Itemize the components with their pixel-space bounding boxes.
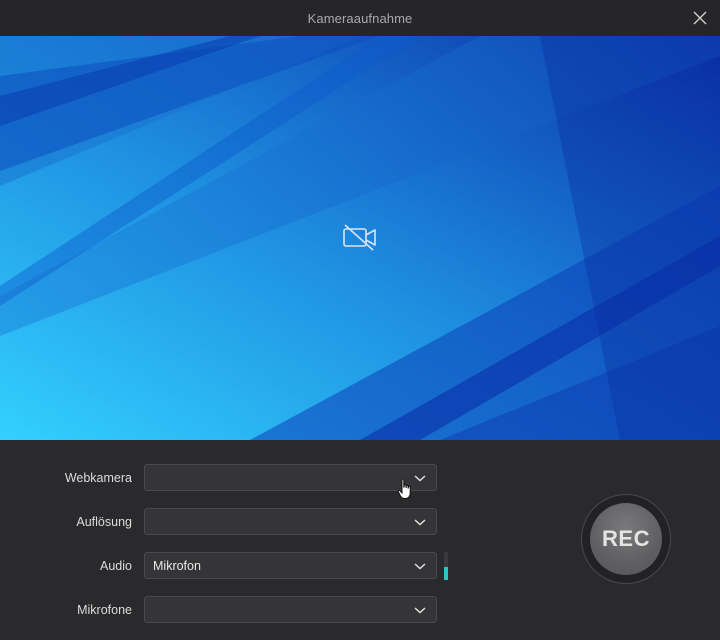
resolution-row: Auflösung	[0, 508, 460, 536]
chevron-down-icon	[414, 563, 426, 570]
microphones-select[interactable]	[144, 596, 437, 623]
close-button[interactable]	[690, 8, 710, 28]
resolution-select[interactable]	[144, 508, 437, 535]
camera-recording-window: Kameraaufnahme Webkamera Auflösung Audio…	[0, 0, 720, 640]
microphones-row: Mikrofone	[0, 596, 460, 624]
camera-preview	[0, 36, 720, 440]
window-title: Kameraaufnahme	[307, 10, 413, 26]
webcam-label: Webkamera	[64, 471, 132, 485]
audio-level-fill	[444, 567, 448, 580]
microphones-label: Mikrofone	[77, 603, 132, 617]
camera-off-icon	[343, 224, 376, 251]
audio-row: Audio Mikrofon	[0, 552, 460, 580]
record-button[interactable]: REC	[590, 503, 662, 575]
chevron-down-icon	[414, 607, 426, 614]
audio-level-meter	[444, 552, 448, 580]
chevron-down-icon	[414, 519, 426, 526]
audio-value: Mikrofon	[153, 559, 201, 573]
webcam-row: Webkamera	[0, 464, 460, 492]
recording-settings-panel: Webkamera Auflösung Audio Mikrofon Mikro…	[0, 440, 720, 640]
audio-select[interactable]: Mikrofon	[144, 552, 437, 579]
close-icon	[693, 11, 707, 25]
record-button-ring: REC	[581, 494, 671, 584]
audio-label: Audio	[100, 559, 132, 573]
hand-pointer-cursor	[397, 478, 411, 499]
webcam-select[interactable]	[144, 464, 437, 491]
resolution-label: Auflösung	[76, 515, 132, 529]
title-bar: Kameraaufnahme	[0, 0, 720, 36]
chevron-down-icon	[414, 475, 426, 482]
